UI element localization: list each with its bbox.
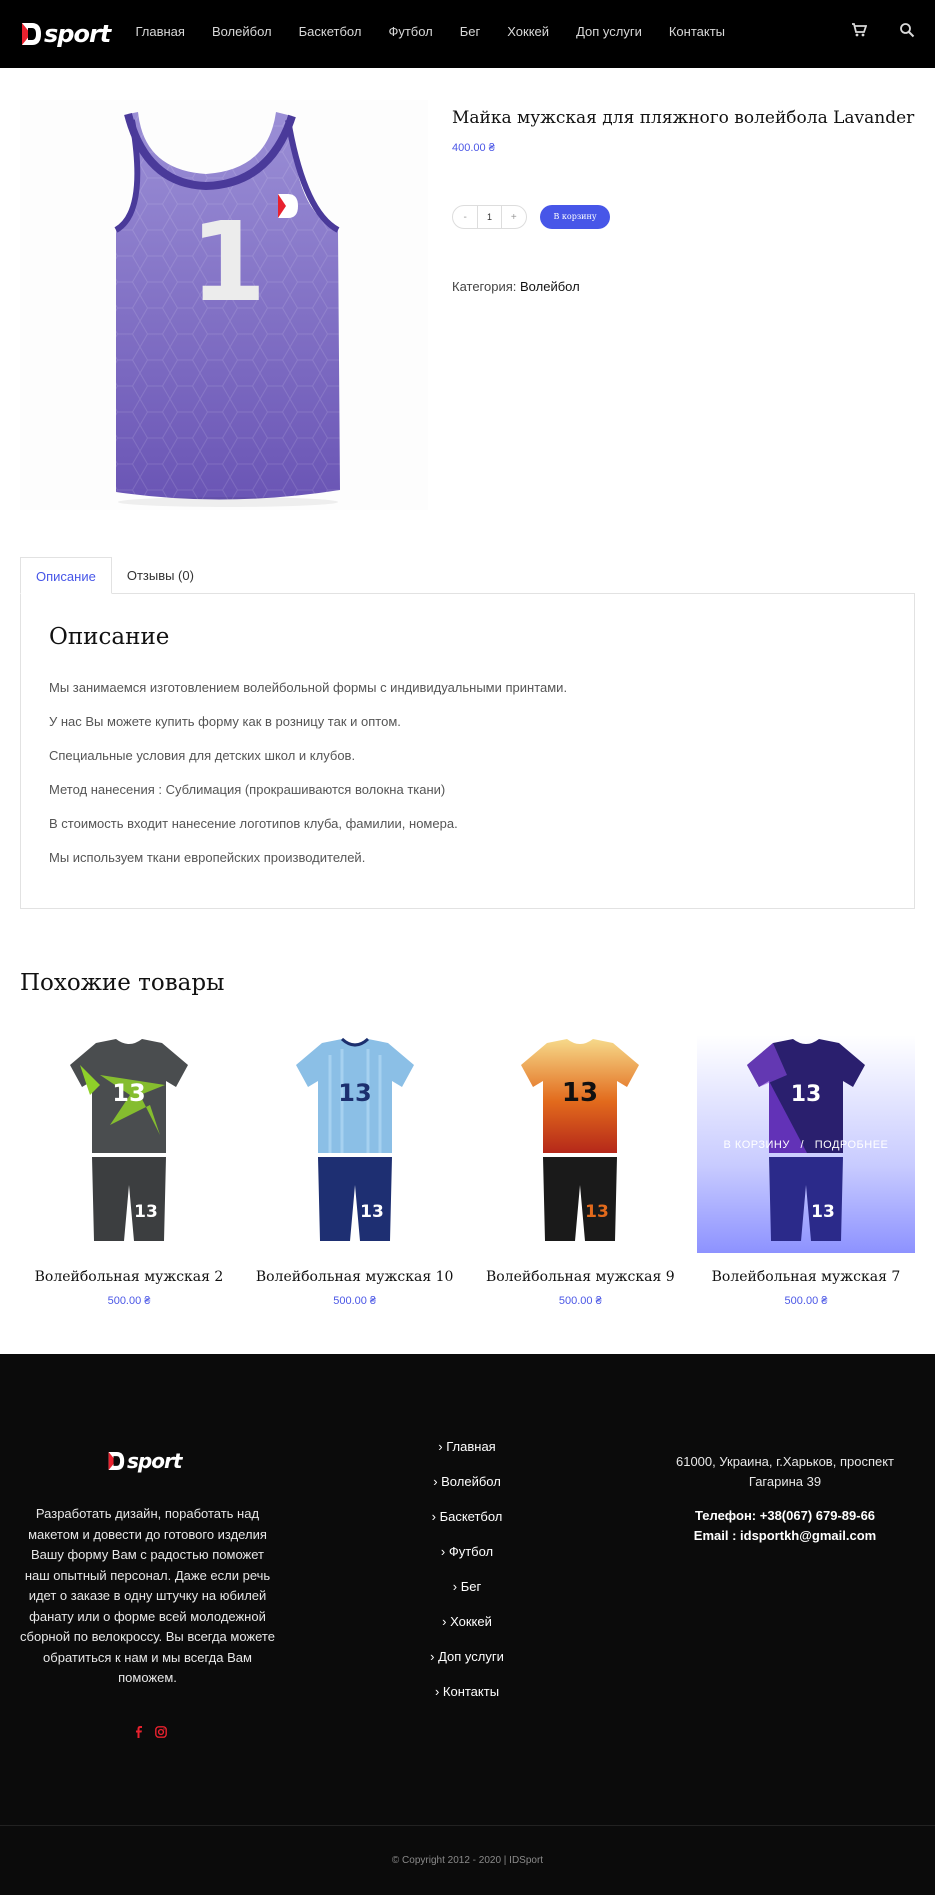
- footer-menu: › Главная › Волейбол › Баскетбол › Футбо…: [367, 1439, 567, 1719]
- header-icons: [851, 22, 915, 38]
- category-link[interactable]: Волейбол: [520, 279, 580, 294]
- product-card-price: 500.00 ₴: [784, 1295, 828, 1307]
- nav-item-football[interactable]: Футбол: [388, 24, 432, 39]
- tab-description[interactable]: Описание: [20, 557, 112, 594]
- nav-item-basketball[interactable]: Баскетбол: [299, 24, 362, 39]
- tab-reviews[interactable]: Отзывы (0): [112, 557, 209, 594]
- nav-item-running[interactable]: Бег: [460, 24, 481, 39]
- kit-shorts-number: 13: [585, 1202, 609, 1222]
- footer-logo[interactable]: sport: [107, 1449, 182, 1473]
- category-label: Категория:: [452, 279, 517, 294]
- footer-logo-text: sport: [127, 1449, 182, 1473]
- product-card[interactable]: 13 13 Волейбольная мужская 2 500.00 ₴: [20, 1035, 238, 1307]
- kit-illustration: 13 13: [295, 1037, 414, 1241]
- product-card-image[interactable]: 13 13 В КОРЗИНУ / ПОДРОБНЕЕ: [696, 1035, 915, 1253]
- site-footer: sport Разработать дизайн, поработать над…: [0, 1354, 935, 1895]
- product-title: Майка мужская для пляжного волейбола Lav…: [452, 108, 915, 128]
- description-line: Мы занимаемся изготовлением волейбольной…: [49, 680, 568, 695]
- product-image[interactable]: 1: [20, 100, 428, 510]
- kit-number: 13: [112, 1079, 145, 1107]
- footer-email[interactable]: Email : idsportkh@gmail.com: [660, 1526, 910, 1546]
- search-icon[interactable]: [899, 22, 915, 38]
- site-header: sport Главная Волейбол Баскетбол Футбол …: [0, 0, 935, 68]
- footer-menu-item[interactable]: › Футбол: [367, 1544, 567, 1579]
- site-logo[interactable]: sport: [20, 20, 111, 48]
- nav-item-contacts[interactable]: Контакты: [669, 24, 725, 39]
- overlay-add-to-cart[interactable]: В КОРЗИНУ: [724, 1139, 790, 1151]
- product-category: Категория: Волейбол: [452, 279, 580, 294]
- instagram-icon[interactable]: [155, 1726, 167, 1738]
- kit-illustration: 13 13: [70, 1039, 188, 1241]
- logo-mark-icon: [108, 1452, 125, 1470]
- footer-about-text: Разработать дизайн, поработать над макет…: [20, 1506, 275, 1685]
- footer-phone[interactable]: Телефон: +38(067) 679-89-66: [660, 1506, 910, 1526]
- product-card[interactable]: 13 13 Волейбольная мужская 9 500.00 ₴: [471, 1035, 690, 1307]
- related-products-heading: Похожие товары: [20, 970, 225, 996]
- nav-item-hockey[interactable]: Хоккей: [507, 24, 549, 39]
- product-tabs: Описание Отзывы (0): [20, 557, 209, 594]
- facebook-icon[interactable]: [133, 1726, 145, 1738]
- description-line: Мы используем ткани европейских производ…: [49, 850, 366, 865]
- nav-item-volleyball[interactable]: Волейбол: [212, 24, 272, 39]
- product-card-price: 500.00 ₴: [107, 1295, 151, 1307]
- footer-menu-item[interactable]: › Доп услуги: [367, 1649, 567, 1684]
- description-text: Мы занимаемся изготовлением волейбольной…: [49, 680, 567, 884]
- related-products-grid: 13 13 Волейбольная мужская 2 500.00 ₴ 13…: [20, 1035, 915, 1307]
- kit-shorts-number: 13: [134, 1202, 158, 1222]
- kit-illustration: 13 13: [521, 1039, 640, 1241]
- footer-menu-item[interactable]: › Контакты: [367, 1684, 567, 1719]
- footer-address: 61000, Украина, г.Харьков, проспект Гага…: [675, 1454, 894, 1489]
- footer-contact: 61000, Украина, г.Харьков, проспект Гага…: [660, 1452, 910, 1546]
- main-nav: Главная Волейбол Баскетбол Футбол Бег Хо…: [135, 24, 725, 39]
- description-heading: Описание: [49, 624, 170, 650]
- footer-menu-item[interactable]: › Главная: [367, 1439, 567, 1474]
- quantity-stepper: - 1 +: [452, 205, 527, 229]
- product-card[interactable]: 13 13 В КОРЗИНУ / ПОДРОБНЕЕ Волейбольная…: [696, 1035, 915, 1307]
- product-card-image[interactable]: 13 13: [471, 1035, 690, 1253]
- description-line: В стоимость входит нанесение логотипов к…: [49, 816, 458, 831]
- footer-menu-item[interactable]: › Баскетбол: [367, 1509, 567, 1544]
- description-panel: Описание Мы занимаемся изготовлением вол…: [20, 593, 915, 909]
- product-card-image[interactable]: 13 13: [245, 1035, 464, 1253]
- product-card-name[interactable]: Волейбольная мужская 9: [471, 1269, 689, 1285]
- nav-item-services[interactable]: Доп услуги: [576, 24, 642, 39]
- logo-mark-icon: [22, 23, 41, 45]
- card-hover-overlay: В КОРЗИНУ / ПОДРОБНЕЕ: [697, 1139, 915, 1151]
- logo-text: sport: [44, 20, 111, 48]
- product-price: 400.00 ₴: [452, 142, 495, 154]
- qty-increase-button[interactable]: +: [502, 212, 526, 223]
- overlay-separator: /: [800, 1139, 805, 1151]
- description-line: Метод нанесения : Сублимация (прокрашива…: [49, 782, 446, 797]
- description-line: У нас Вы можете купить форму как в розни…: [49, 714, 401, 729]
- footer-copyright: © Copyright 2012 - 2020 | IDSport: [391, 1855, 544, 1866]
- add-to-cart-button[interactable]: В корзину: [540, 205, 610, 229]
- overlay-details[interactable]: ПОДРОБНЕЕ: [815, 1139, 889, 1151]
- kit-number: 13: [562, 1078, 598, 1108]
- qty-decrease-button[interactable]: -: [453, 212, 477, 223]
- product-card-image[interactable]: 13 13: [20, 1035, 238, 1253]
- footer-menu-item[interactable]: › Бег: [367, 1579, 567, 1614]
- kit-shorts-number: 13: [811, 1202, 835, 1222]
- product-card-price: 500.00 ₴: [333, 1295, 377, 1307]
- jersey-number: 1: [190, 198, 267, 326]
- nav-item-home[interactable]: Главная: [135, 24, 184, 39]
- social-links: [133, 1726, 167, 1738]
- quantity-input[interactable]: 1: [477, 206, 502, 228]
- footer-menu-item[interactable]: › Хоккей: [367, 1614, 567, 1649]
- product-card-price: 500.00 ₴: [558, 1295, 602, 1307]
- product-card[interactable]: 13 13 Волейбольная мужская 10 500.00 ₴: [245, 1035, 464, 1307]
- product-card-name[interactable]: Волейбольная мужская 2: [20, 1269, 238, 1285]
- kit-shorts-number: 13: [360, 1202, 384, 1222]
- product-card-name[interactable]: Волейбольная мужская 10: [246, 1269, 464, 1285]
- product-card-name[interactable]: Волейбольная мужская 7: [697, 1269, 915, 1285]
- kit-number: 13: [338, 1079, 371, 1107]
- footer-divider: [0, 1825, 935, 1826]
- tank-top-illustration: 1: [114, 112, 340, 507]
- description-line: Специальные условия для детских школ и к…: [49, 748, 356, 763]
- cart-icon[interactable]: [851, 22, 867, 38]
- kit-number: 13: [791, 1082, 822, 1107]
- footer-menu-item[interactable]: › Волейбол: [367, 1474, 567, 1509]
